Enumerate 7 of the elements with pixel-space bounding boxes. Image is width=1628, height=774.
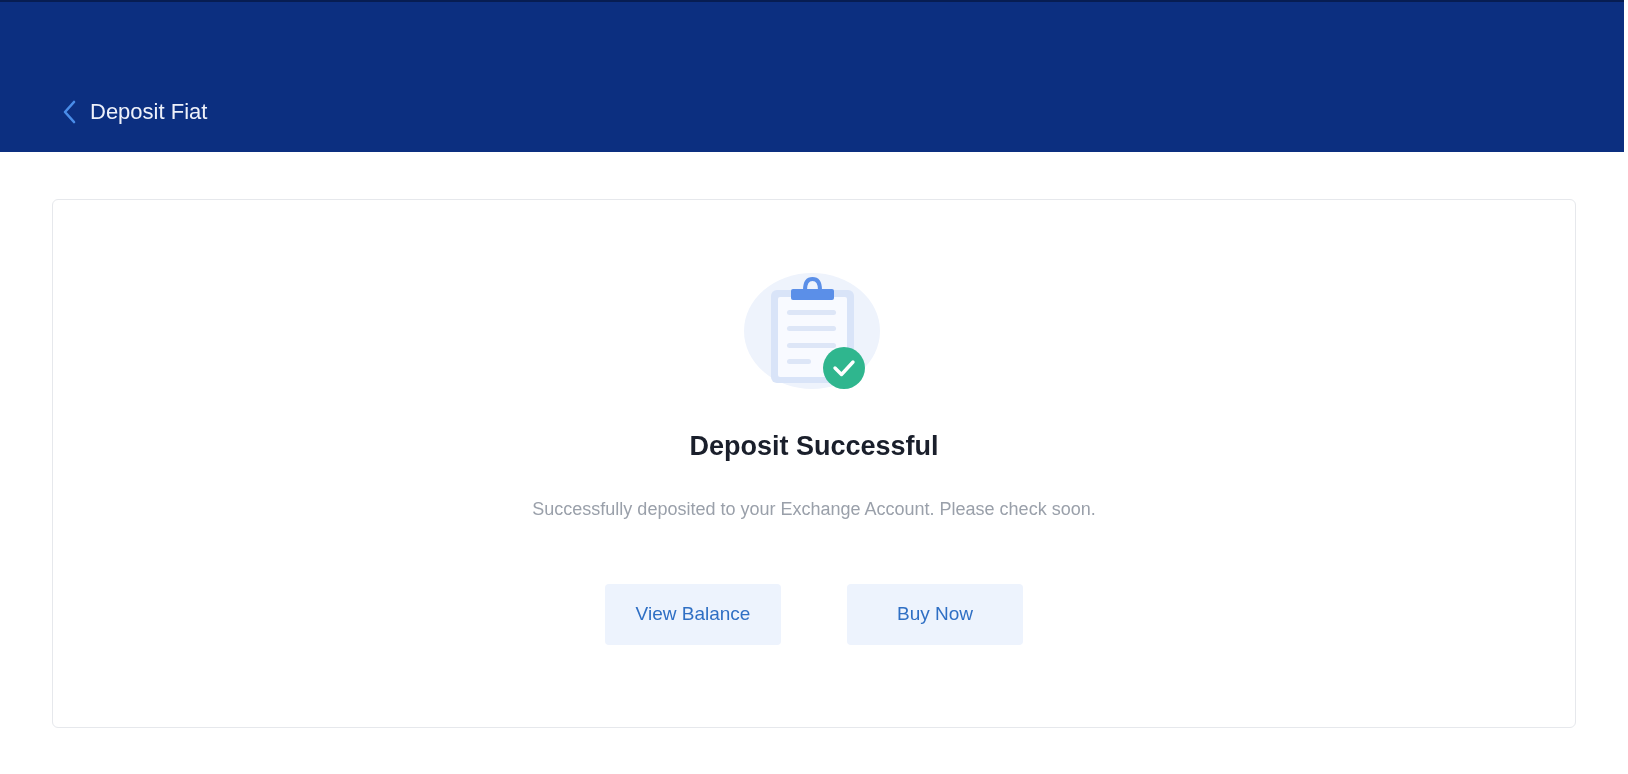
action-button[interactable]: View Balance — [605, 584, 781, 645]
result-title: Deposit Successful — [689, 433, 939, 460]
back-button[interactable]: Deposit Fiat — [62, 100, 208, 124]
result-message: Successfully deposited to your Exchange Account. Please check soon. — [532, 500, 1096, 518]
back-chevron-icon — [62, 100, 76, 124]
action-button[interactable]: Buy Now — [847, 584, 1023, 645]
page-title: Deposit Fiat — [90, 101, 208, 123]
